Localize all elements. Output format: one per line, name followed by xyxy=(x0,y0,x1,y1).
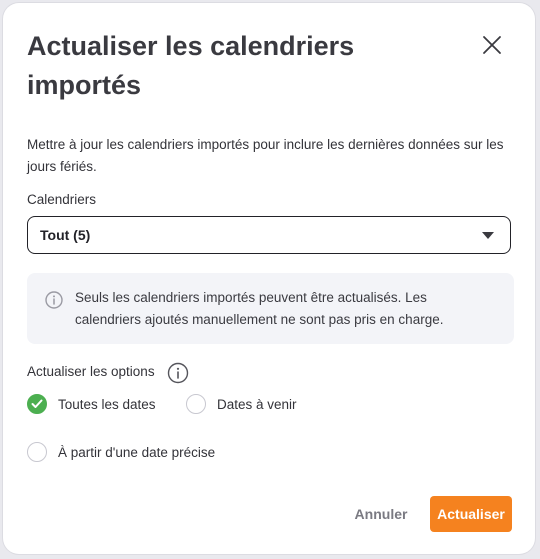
calendars-label: Calendriers xyxy=(27,192,97,207)
info-notice: Seuls les calendriers importés peuvent ê… xyxy=(27,273,514,344)
radio-unchecked[interactable] xyxy=(27,442,47,462)
option-future-dates[interactable]: Dates à venir xyxy=(186,394,297,414)
refresh-button[interactable]: Actualiser xyxy=(430,496,512,532)
cancel-button[interactable]: Annuler xyxy=(343,496,419,532)
caret-down-icon xyxy=(482,232,494,239)
options-label: Actualiser les options xyxy=(27,364,155,379)
notice-text: Seuls les calendriers importés peuvent ê… xyxy=(75,290,444,327)
dialog-title: Actualiser les calendriers importés xyxy=(27,31,355,100)
option-label: Dates à venir xyxy=(217,396,297,412)
calendars-select[interactable]: Tout (5) xyxy=(27,216,511,254)
option-label: À partir d'une date précise xyxy=(58,444,216,460)
info-icon xyxy=(167,362,189,384)
radio-unchecked[interactable] xyxy=(186,394,206,414)
checkmark-icon xyxy=(31,399,43,408)
calendars-select-value: Tout (5) xyxy=(40,227,91,243)
close-icon xyxy=(483,36,501,54)
option-from-date[interactable]: À partir d'une date précise xyxy=(27,442,215,462)
dialog-description: Mettre à jour les calendriers importés p… xyxy=(27,137,504,174)
info-icon xyxy=(45,291,63,309)
radio-checked[interactable] xyxy=(27,394,47,414)
option-all-dates[interactable]: Toutes les dates xyxy=(27,394,156,414)
options-info-button[interactable] xyxy=(167,362,189,389)
close-button[interactable] xyxy=(478,31,506,59)
option-label: Toutes les dates xyxy=(58,396,156,412)
refresh-calendars-dialog: Actualiser les calendriers importés Mett… xyxy=(3,3,535,554)
